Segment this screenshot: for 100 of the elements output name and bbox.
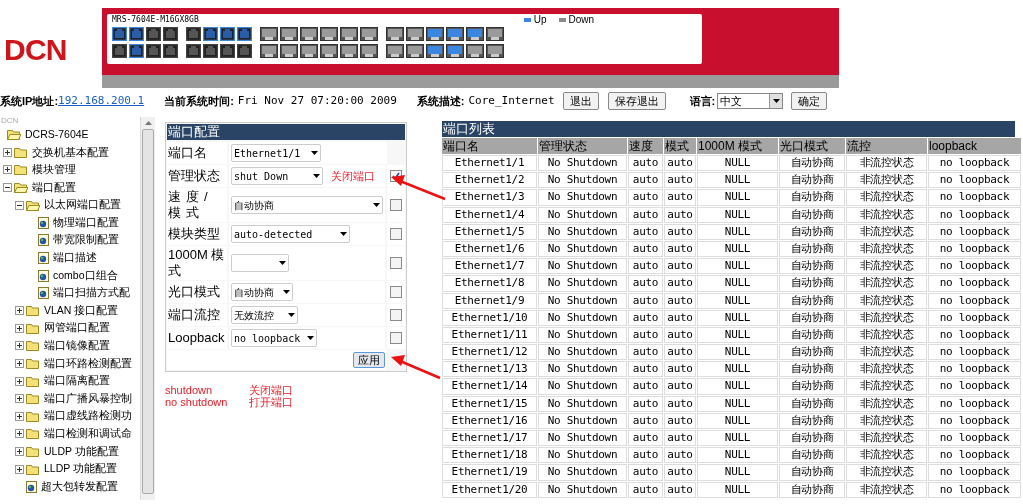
expand-icon[interactable] <box>3 165 12 175</box>
ethernet-port-icon[interactable] <box>203 27 218 41</box>
scroll-up-icon[interactable] <box>144 121 152 125</box>
expand-icon[interactable] <box>15 306 24 316</box>
table-cell: 非流控状态 <box>846 309 927 326</box>
fiber-port-icon[interactable] <box>300 44 318 58</box>
checkbox[interactable] <box>390 228 402 240</box>
tree-item[interactable]: combo口组合 <box>53 267 118 284</box>
ip-link[interactable]: 192.168.200.1 <box>58 92 145 110</box>
fiber-port-icon[interactable] <box>280 27 298 41</box>
ethernet-port-icon[interactable] <box>129 44 144 58</box>
collapse-icon[interactable] <box>15 200 24 210</box>
select-field[interactable]: 无效流控 <box>231 306 298 324</box>
dropdown-arrow-icon <box>311 151 318 155</box>
scrollbar[interactable] <box>140 117 155 500</box>
checkbox[interactable] <box>390 332 402 344</box>
table-cell: Ethernet1/11 <box>442 326 537 344</box>
expand-icon[interactable] <box>3 147 12 157</box>
tree-item[interactable]: VLAN 接口配置 <box>44 302 119 319</box>
table-cell: 自动协商 <box>779 378 845 395</box>
fiber-port-icon[interactable] <box>486 27 504 41</box>
ethernet-port-icon[interactable] <box>112 27 127 41</box>
expand-icon[interactable] <box>15 359 24 368</box>
ethernet-port-icon[interactable] <box>129 27 144 41</box>
tree-item[interactable]: 端口检测和调试命 <box>44 426 132 442</box>
expand-icon[interactable] <box>15 323 24 333</box>
table-cell: 自动协商 <box>779 189 845 206</box>
tree-item[interactable]: 端口扫描方式配 <box>53 285 130 301</box>
tree-item[interactable]: 模块管理 <box>32 162 76 178</box>
expand-icon[interactable] <box>15 376 24 386</box>
tree-item[interactable]: 端口虚线路检测功 <box>44 408 132 425</box>
checkbox[interactable] <box>390 257 402 269</box>
select-field[interactable]: no loopback <box>231 329 317 347</box>
button[interactable]: 退出 <box>562 92 599 110</box>
select-field[interactable]: 自动协商 <box>231 196 383 214</box>
tree-item[interactable]: 端口描述 <box>53 250 97 266</box>
language-select[interactable]: 中文 <box>717 93 784 109</box>
checkbox[interactable] <box>390 309 402 321</box>
expand-icon[interactable] <box>15 394 24 404</box>
fiber-port-icon[interactable] <box>406 27 424 41</box>
fiber-port-icon[interactable] <box>386 44 404 58</box>
select-field[interactable]: auto-detected <box>231 225 350 243</box>
apply-button[interactable]: 应用 <box>353 352 385 368</box>
fiber-port-icon[interactable] <box>340 27 358 41</box>
table-cell: no loopback <box>928 447 1021 464</box>
fiber-port-icon[interactable] <box>386 27 404 41</box>
fiber-port-icon[interactable] <box>340 44 358 58</box>
tree-item[interactable]: LLDP 功能配置 <box>44 461 117 477</box>
expand-icon[interactable] <box>15 447 24 456</box>
table-cell: 非流控状态 <box>846 378 927 395</box>
fiber-port-icon[interactable] <box>280 44 298 58</box>
fiber-port-icon[interactable] <box>426 27 444 41</box>
select-field[interactable]: shut Down <box>231 167 323 185</box>
ethernet-port-icon[interactable] <box>220 27 235 41</box>
tree-item[interactable]: 端口广播风暴控制 <box>44 390 132 407</box>
fiber-port-icon[interactable] <box>360 44 378 58</box>
select-field[interactable]: Ethernet1/1 <box>231 144 321 162</box>
button[interactable]: 保存退出 <box>607 92 666 110</box>
tree-item[interactable]: ULDP 功能配置 <box>44 443 119 460</box>
button[interactable]: 确定 <box>791 92 828 110</box>
tree-item[interactable]: 端口环路检测配置 <box>44 355 132 372</box>
fiber-port-icon[interactable] <box>360 27 378 41</box>
fiber-port-icon[interactable] <box>320 44 338 58</box>
annotation-text: 打开端口 <box>249 396 294 408</box>
fiber-port-icon[interactable] <box>446 27 464 41</box>
fiber-port-icon[interactable] <box>300 27 318 41</box>
tree-item[interactable]: 端口配置 <box>32 179 76 196</box>
tree-item[interactable]: 物理端口配置 <box>53 214 119 231</box>
ethernet-port-icon[interactable] <box>237 27 252 41</box>
fiber-port-icon[interactable] <box>486 44 504 58</box>
checkbox[interactable] <box>390 199 402 211</box>
select-field[interactable]: 自动协商 <box>231 283 293 301</box>
fiber-port-icon[interactable] <box>260 27 278 41</box>
expand-icon[interactable] <box>15 341 24 351</box>
tree-item[interactable]: 超大包转发配置 <box>41 478 118 495</box>
expand-icon[interactable] <box>15 464 24 474</box>
tree-item[interactable]: 带宽限制配置 <box>53 232 119 249</box>
tree-item[interactable]: 端口镜像配置 <box>44 338 110 354</box>
fiber-port-icon[interactable] <box>426 44 444 58</box>
tree-item[interactable]: DCRS-7604E <box>25 126 89 143</box>
fiber-port-icon[interactable] <box>466 27 484 41</box>
expand-icon[interactable] <box>15 411 24 421</box>
fiber-port-icon[interactable] <box>320 27 338 41</box>
expand-icon[interactable] <box>15 429 24 439</box>
tree-item[interactable]: 交换机基本配置 <box>32 144 109 161</box>
fiber-port-icon[interactable] <box>446 44 464 58</box>
table-cell: auto <box>628 395 663 412</box>
table-cell: 自动协商 <box>779 240 845 258</box>
tree-item[interactable]: 端口隔离配置 <box>44 373 110 389</box>
fiber-port-icon[interactable] <box>406 44 424 58</box>
select-field[interactable] <box>231 254 289 272</box>
folder-icon <box>26 393 40 405</box>
collapse-icon[interactable] <box>3 183 12 193</box>
fiber-port-icon[interactable] <box>466 44 484 58</box>
tree-item[interactable]: 网管端口配置 <box>44 320 110 337</box>
tree-item[interactable]: 以太网端口配置 <box>44 197 121 214</box>
fiber-port-icon[interactable] <box>260 44 278 58</box>
table-cell: 自动协商 <box>779 275 845 292</box>
table-cell: Ethernet1/5 <box>442 223 537 240</box>
checkbox[interactable] <box>390 286 402 298</box>
